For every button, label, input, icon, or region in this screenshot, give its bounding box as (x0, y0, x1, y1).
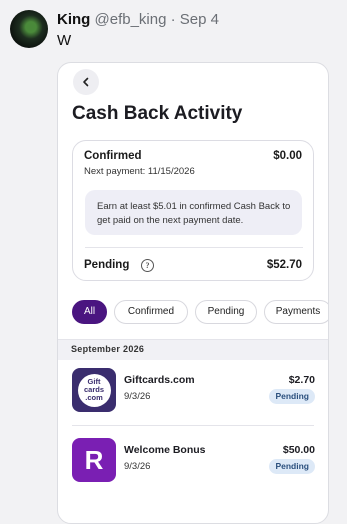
avatar[interactable] (10, 10, 48, 48)
separator: · (170, 11, 176, 28)
transaction-date: 9/3/26 (124, 461, 151, 472)
month-section-header: September 2026 (58, 339, 328, 360)
giftcards-logo: Gift cards .com (72, 368, 116, 412)
filter-chip-payments[interactable]: Payments (264, 300, 328, 324)
divider (85, 247, 303, 248)
transaction-date: 9/3/26 (124, 391, 151, 402)
filter-chip-confirmed[interactable]: Confirmed (114, 300, 188, 324)
transaction-name: Welcome Bonus (124, 444, 206, 456)
transaction-row[interactable]: Gift cards .com Giftcards.com 9/3/26 $2.70… (58, 360, 328, 422)
attached-screenshot[interactable]: Cash Back Activity Confirmed $0.00 Next … (57, 62, 329, 524)
tweet-date[interactable]: Sep 4 (180, 11, 219, 28)
author-name[interactable]: King (57, 11, 90, 28)
transaction-amount: $50.00 (282, 444, 315, 456)
status-badge: Pending (269, 389, 315, 404)
transaction-name: Giftcards.com (124, 374, 195, 386)
divider (72, 425, 314, 426)
cash-back-summary-card: Confirmed $0.00 Next payment: 11/15/2026… (72, 140, 314, 281)
filter-chip-all[interactable]: All (72, 300, 107, 324)
transaction-row[interactable]: R Welcome Bonus 9/3/26 $50.00 Pending (58, 430, 328, 492)
rakuten-logo: R (72, 438, 116, 482)
pending-label: Pending (84, 259, 130, 271)
confirmed-amount: $0.00 (273, 150, 302, 162)
back-chevron-icon (83, 77, 89, 87)
info-banner-text: Earn at least $5.01 in confirmed Cash Ba… (97, 201, 291, 226)
info-banner: Earn at least $5.01 in confirmed Cash Ba… (85, 190, 302, 235)
info-icon[interactable]: ? (141, 259, 154, 272)
filter-chip-pending[interactable]: Pending (195, 300, 257, 324)
page-title: Cash Back Activity (72, 103, 243, 124)
confirmed-label: Confirmed (84, 150, 142, 162)
next-payment-date: Next payment: 11/15/2026 (84, 166, 195, 177)
author-handle[interactable]: @efb_king (95, 11, 167, 28)
tweet-header: King @efb_king · Sep 4 W (0, 0, 347, 62)
rakuten-logo-letter: R (84, 444, 104, 475)
giftcards-logo-text: Gift cards .com (77, 373, 111, 407)
pending-amount: $52.70 (266, 259, 302, 271)
back-button[interactable] (73, 69, 99, 95)
tweet-author-line: King @efb_king · Sep 4 (57, 11, 219, 28)
tweet-text: W (57, 32, 72, 49)
status-badge: Pending (269, 459, 315, 474)
month-label: September 2026 (71, 344, 145, 354)
transaction-amount: $2.70 (288, 374, 315, 386)
